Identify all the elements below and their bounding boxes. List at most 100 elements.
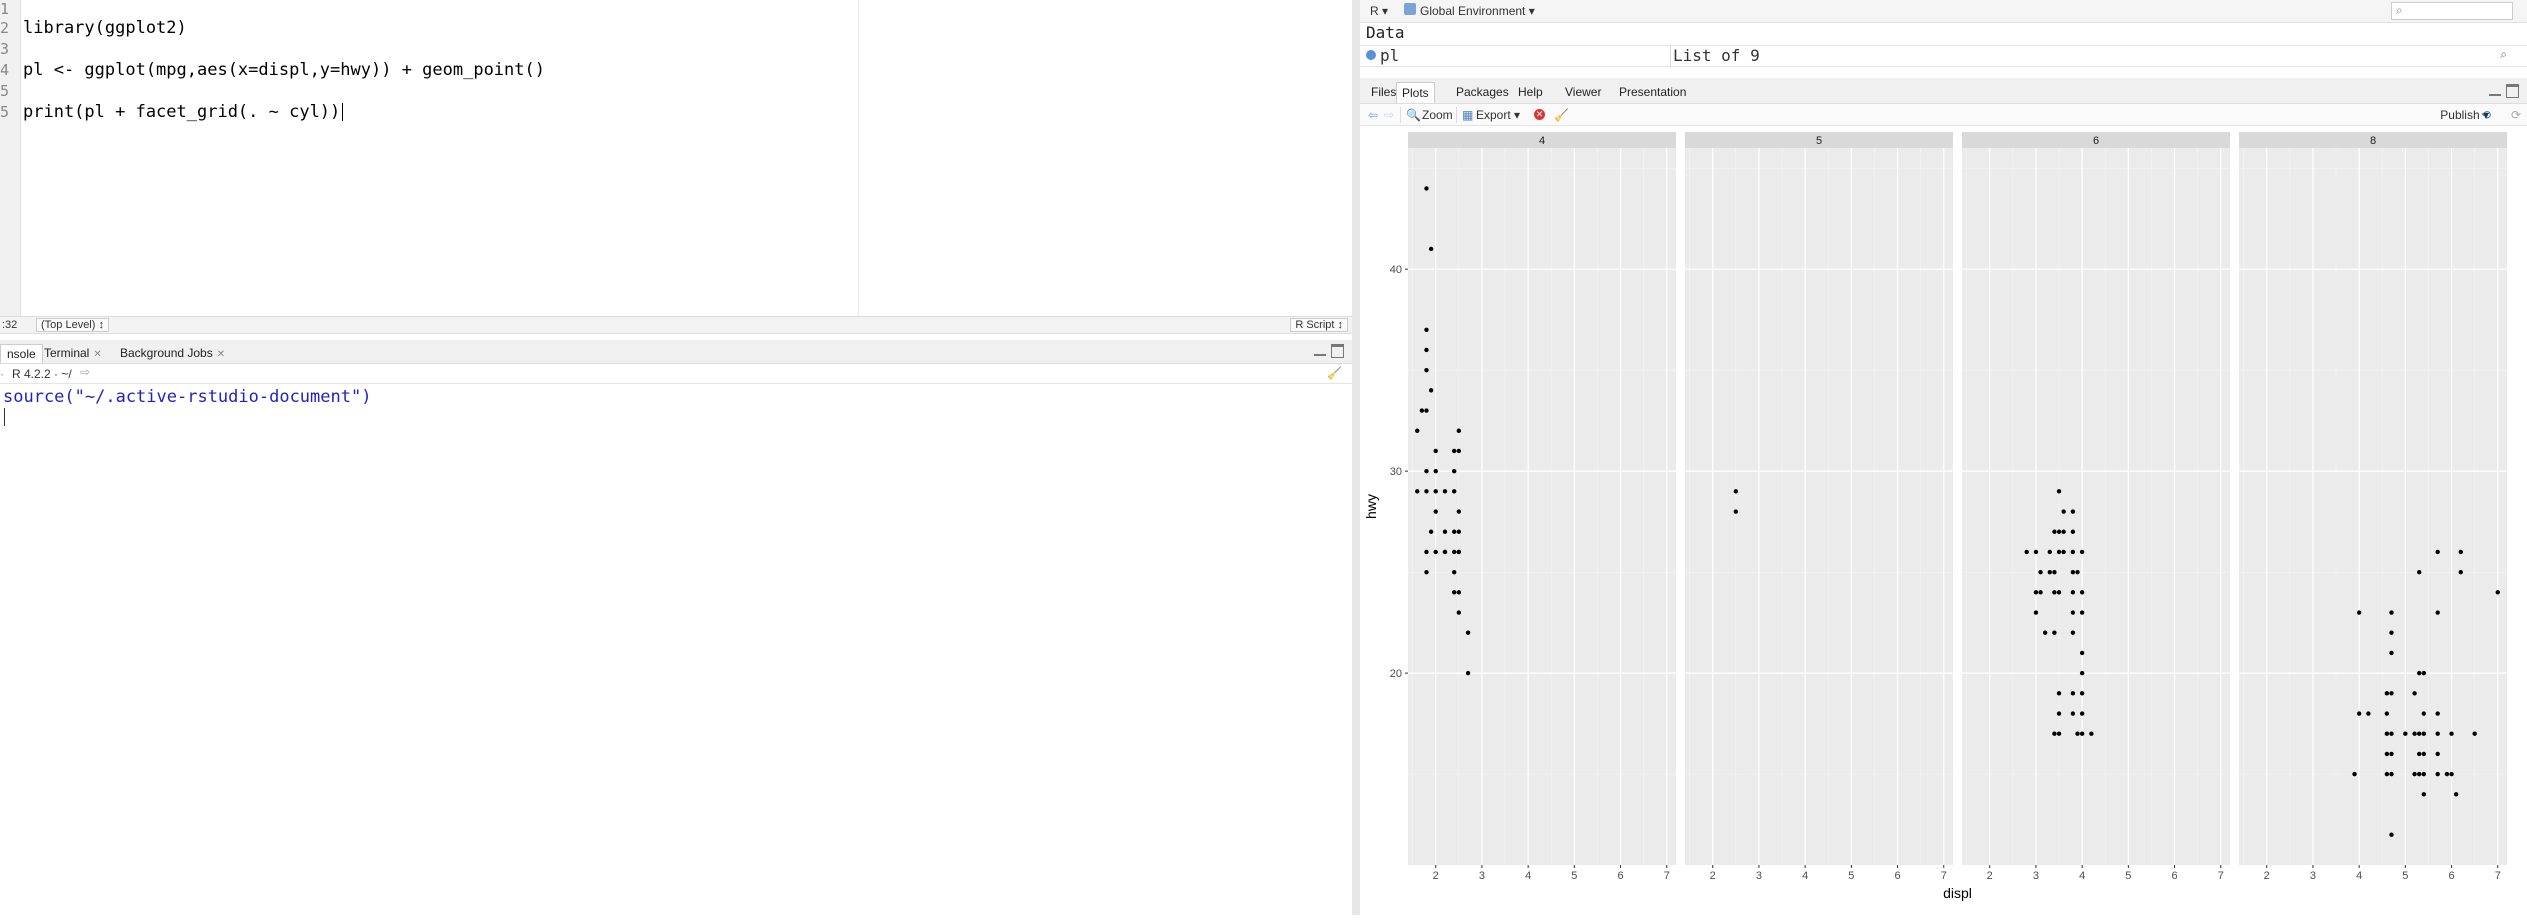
data-point — [2079, 549, 2085, 555]
data-point — [2038, 569, 2043, 575]
r-logo-icon: · — [0, 367, 4, 381]
forward-arrow-icon[interactable]: ⇨ — [1384, 107, 1394, 123]
data-point — [1452, 549, 1457, 555]
export-menu[interactable]: Export ▾ — [1476, 107, 1520, 123]
clear-console-icon[interactable]: 🧹 — [1327, 366, 1342, 380]
data-point — [2038, 590, 2043, 595]
data-point — [2458, 569, 2463, 575]
data-point — [2052, 630, 2057, 635]
data-point — [2444, 771, 2450, 777]
refresh-icon[interactable]: ⟳ — [2511, 107, 2521, 123]
tab-plots[interactable]: Plots — [1396, 82, 1435, 103]
y-tick-label: 30 — [1390, 466, 1402, 478]
variable-name: pl — [1380, 46, 1400, 65]
data-point — [2061, 549, 2066, 555]
x-tick-label: 2 — [1987, 870, 1993, 882]
scope-selector[interactable]: (Top Level) ↕ — [36, 318, 109, 332]
code-line[interactable]: pl <- ggplot(mpg,aes(x=displ,y=hwy)) + g… — [23, 60, 545, 80]
data-point — [2089, 731, 2094, 736]
text-cursor — [342, 103, 344, 121]
data-point — [1424, 569, 1429, 575]
toolbar-divider — [1400, 107, 1401, 123]
search-icon[interactable]: ⌕ — [2500, 47, 2507, 62]
data-point — [2079, 711, 2085, 716]
data-point — [2421, 711, 2427, 716]
plot-viewer: 4 2 3 4 5 6 7 5 2 3 4 5 6 7 6 2 3 4 5 6 7 8 2 3 4 5 6 7 20 30 40 displ h… — [1360, 126, 2527, 915]
remove-plot-icon[interactable]: ✕ — [1534, 109, 1545, 120]
console-cursor — [4, 408, 5, 426]
data-point — [1452, 448, 1457, 454]
data-point — [1452, 529, 1457, 534]
data-point — [1428, 246, 1434, 252]
tab-console[interactable]: nsole — [0, 344, 43, 363]
facet-panel — [1685, 148, 1953, 865]
data-point — [2056, 529, 2062, 534]
data-point — [2435, 731, 2440, 736]
export-icon[interactable]: ▦ — [1462, 107, 1473, 123]
data-point — [2047, 549, 2052, 555]
toolbar-divider — [1456, 107, 1457, 123]
line-number-gutter: 1 2 3 4 5 5 — [0, 0, 21, 316]
filetype-selector[interactable]: R Script ↕ — [1290, 318, 1348, 332]
tab-terminal[interactable]: Terminal ✕ — [38, 344, 108, 362]
maximize-icon[interactable] — [1331, 344, 1344, 358]
console-output[interactable]: source("~/.active-rstudio-document") — [0, 384, 1352, 908]
y-tick-label: 40 — [1390, 264, 1402, 276]
clear-plots-icon[interactable]: 🧹 — [1554, 107, 1569, 123]
publish-menu[interactable]: Publish ▾ — [2440, 107, 2489, 123]
zoom-icon[interactable]: 🔍 — [1406, 107, 1421, 123]
back-arrow-icon[interactable]: ⇦ — [1368, 107, 1378, 123]
data-point — [2421, 731, 2427, 736]
data-point — [2356, 711, 2362, 716]
language-menu[interactable]: R ▾ — [1370, 4, 1388, 18]
data-point — [1465, 670, 1471, 676]
environment-row[interactable]: pl List of 9 ⌕ — [1360, 45, 2527, 67]
x-tick-label: 3 — [2033, 870, 2039, 882]
data-point — [2079, 670, 2085, 676]
environment-search-input[interactable]: ⌕ — [2391, 2, 2513, 20]
code-line[interactable]: library(ggplot2) — [23, 18, 187, 38]
minimize-icon[interactable] — [2489, 86, 2501, 96]
x-tick-label: 3 — [1479, 870, 1485, 882]
data-point — [2042, 630, 2048, 635]
tab-presentation[interactable]: Presentation — [1614, 82, 1691, 102]
expand-icon[interactable] — [1366, 50, 1376, 60]
data-point — [2056, 731, 2062, 736]
tab-help[interactable]: Help — [1513, 82, 1548, 102]
environment-scope-menu[interactable]: Global Environment ▾ — [1420, 4, 1535, 18]
data-point — [1456, 590, 1462, 595]
data-point — [2435, 751, 2440, 757]
source-editor[interactable]: 1 2 3 4 5 5 library(ggplot2) pl <- ggplo… — [0, 0, 1352, 316]
data-point — [2435, 610, 2440, 615]
data-point — [1456, 610, 1462, 615]
data-point — [2449, 731, 2454, 736]
tab-background-jobs[interactable]: Background Jobs ✕ — [114, 344, 231, 362]
pane-splitter[interactable] — [1352, 0, 1360, 915]
close-icon[interactable]: ✕ — [93, 349, 101, 360]
minimize-icon[interactable] — [1314, 346, 1326, 356]
data-point — [1424, 327, 1429, 332]
x-tick-label: 3 — [2310, 870, 2316, 882]
data-point — [2384, 691, 2390, 696]
data-point — [2047, 569, 2052, 575]
zoom-button[interactable]: Zoom — [1422, 107, 1453, 123]
x-tick-label: 6 — [2448, 870, 2454, 882]
code-line-cursor[interactable]: print(pl + facet_grid(. ~ cyl)) — [23, 102, 344, 122]
facet-label: 4 — [1539, 135, 1545, 147]
data-point — [1424, 347, 1429, 353]
close-icon[interactable]: ✕ — [217, 349, 225, 360]
tab-viewer[interactable]: Viewer — [1560, 82, 1606, 102]
data-point — [2079, 610, 2085, 615]
data-point — [2052, 731, 2057, 736]
data-point — [2075, 569, 2080, 575]
tab-packages[interactable]: Packages — [1451, 82, 1514, 102]
environment-toolbar: R ▾ Global Environment ▾ ⌕ — [1360, 0, 2527, 23]
x-tick-label: 2 — [1433, 870, 1439, 882]
line-number: 1 — [0, 0, 10, 18]
code-line[interactable]: print(pl + facet_grid(. ~ cyl)) — [23, 102, 340, 122]
goto-directory-icon[interactable]: ⇨ — [80, 365, 90, 379]
data-point — [2412, 771, 2417, 777]
x-tick-label: 6 — [1617, 870, 1623, 882]
maximize-icon[interactable] — [2506, 84, 2519, 98]
data-point — [1456, 428, 1462, 433]
